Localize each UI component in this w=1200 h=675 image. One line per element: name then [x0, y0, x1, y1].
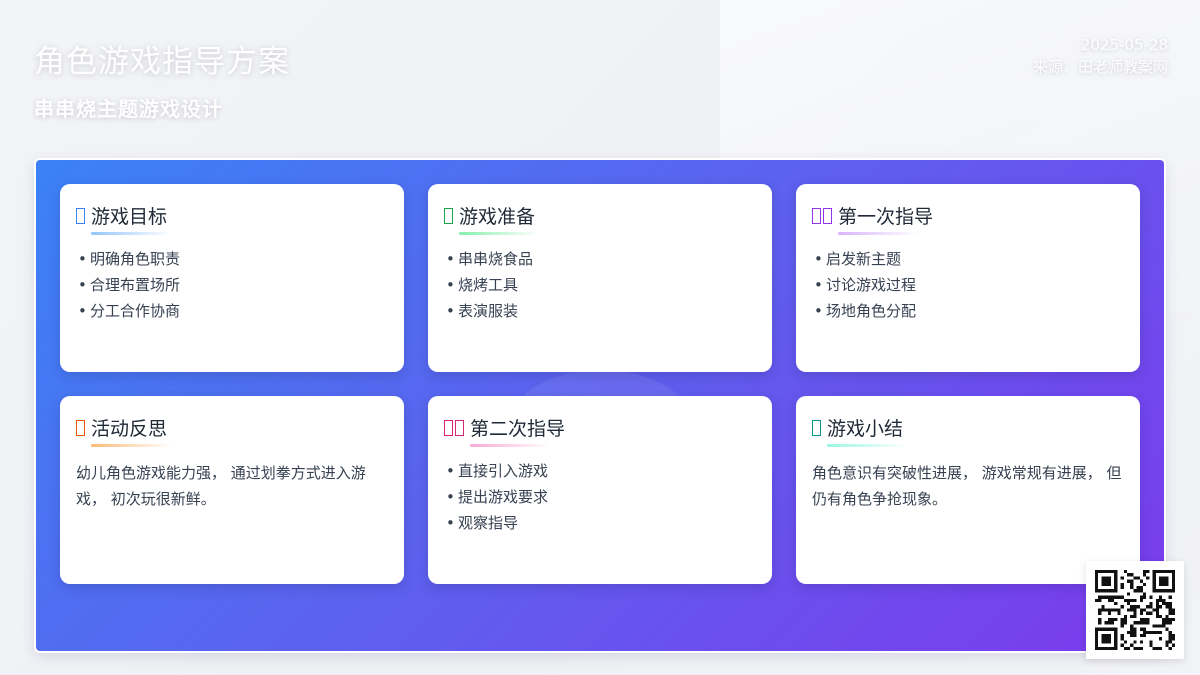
list-item: 表演服装 — [444, 298, 756, 324]
page-title: 角色游戏指导方案 — [34, 44, 290, 80]
list-item: 串串烧食品 — [444, 246, 756, 272]
box-icon — [444, 208, 453, 224]
card-list: 串串烧食品 烧烤工具 表演服装 — [444, 246, 756, 324]
card-activity-reflection: 活动反思 幼儿角色游戏能力强， 通过划拳方式进入游戏， 初次玩很新鲜。 — [60, 396, 404, 584]
card-game-preparation: 游戏准备 串串烧食品 烧烤工具 表演服装 — [428, 184, 772, 372]
card-header: 游戏目标 — [76, 202, 388, 236]
target-icon — [76, 208, 85, 224]
card-title: 第二次指导 — [470, 414, 565, 447]
card-title: 第一次指导 — [838, 202, 933, 235]
card-first-guidance: 第一次指导 启发新主题 讨论游戏过程 场地角色分配 — [796, 184, 1140, 372]
card-title: 游戏小结 — [827, 414, 908, 447]
page-subtitle: 串串烧主题游戏设计 — [34, 97, 223, 121]
card-list: 明确角色职责 合理布置场所 分工合作协商 — [76, 246, 388, 324]
check-icon — [812, 420, 821, 436]
card-text: 幼儿角色游戏能力强， 通过划拳方式进入游戏， 初次玩很新鲜。 — [76, 464, 366, 508]
list-item: 明确角色职责 — [76, 246, 388, 272]
list-item: 讨论游戏过程 — [812, 272, 1124, 298]
card-header: 第二次指导 — [444, 414, 756, 448]
card-game-goals: 游戏目标 明确角色职责 合理布置场所 分工合作协商 — [60, 184, 404, 372]
date-label: 2025-05-28 — [1080, 36, 1168, 54]
card-game-summary: 游戏小结 角色意识有突破性进展， 游戏常规有进展， 但仍有角色争抢现象。 — [796, 396, 1140, 584]
list-item: 烧烤工具 — [444, 272, 756, 298]
card-list: 启发新主题 讨论游戏过程 场地角色分配 — [812, 246, 1124, 324]
list-item: 提出游戏要求 — [444, 484, 756, 510]
qr-code-icon — [1095, 570, 1175, 650]
teacher-icon — [444, 420, 464, 436]
qr-code[interactable] — [1086, 561, 1184, 659]
list-item: 场地角色分配 — [812, 298, 1124, 324]
card-text: 角色意识有突破性进展， 游戏常规有进展， 但仍有角色争抢现象。 — [812, 464, 1122, 508]
card-header: 活动反思 — [76, 414, 388, 448]
card-list: 直接引入游戏 提出游戏要求 观察指导 — [444, 458, 756, 536]
list-item: 直接引入游戏 — [444, 458, 756, 484]
card-header: 游戏小结 — [812, 414, 1124, 448]
content-panel: 游戏目标 明确角色职责 合理布置场所 分工合作协商 游戏准备 串串烧食品 烧烤工… — [36, 160, 1164, 651]
teacher-icon — [812, 208, 832, 224]
list-item: 合理布置场所 — [76, 272, 388, 298]
source-label: 来源：田老师教案网 — [1032, 58, 1168, 76]
list-item: 观察指导 — [444, 510, 756, 536]
card-title: 游戏准备 — [459, 202, 540, 235]
card-second-guidance: 第二次指导 直接引入游戏 提出游戏要求 观察指导 — [428, 396, 772, 584]
meta-info: 2025-05-28 来源：田老师教案网 — [1033, 34, 1168, 78]
card-header: 游戏准备 — [444, 202, 756, 236]
list-item: 分工合作协商 — [76, 298, 388, 324]
card-title: 活动反思 — [91, 414, 172, 447]
bulb-icon — [76, 420, 85, 436]
card-header: 第一次指导 — [812, 202, 1124, 236]
list-item: 启发新主题 — [812, 246, 1124, 272]
card-title: 游戏目标 — [91, 202, 172, 235]
